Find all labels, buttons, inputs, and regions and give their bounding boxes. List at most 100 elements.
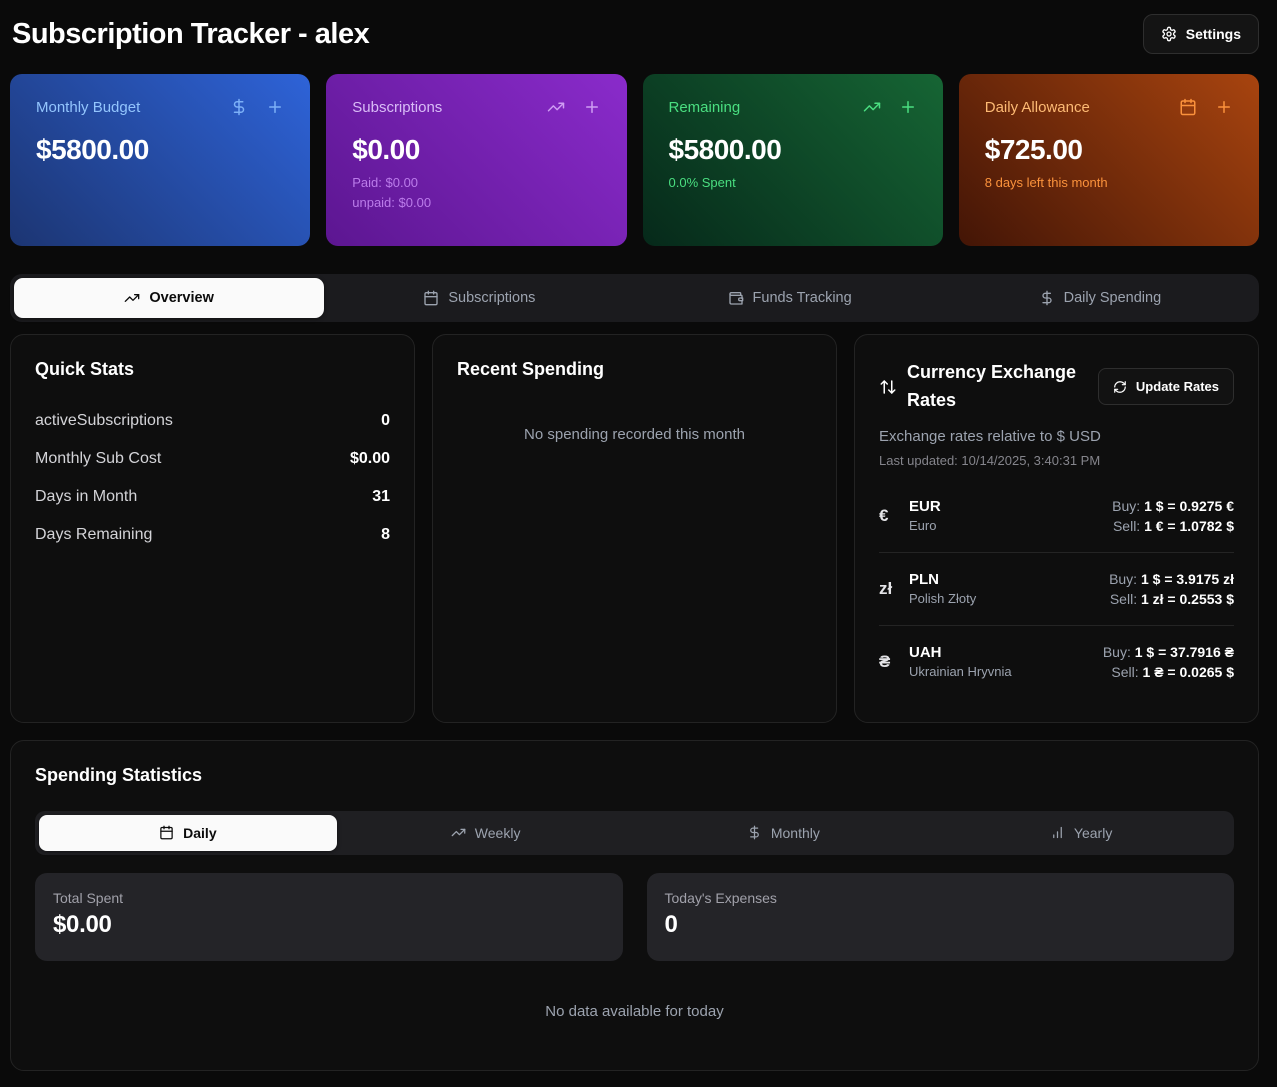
stat-value: 0 bbox=[665, 911, 1217, 939]
empty-message: No spending recorded this month bbox=[457, 426, 812, 443]
tab-label: Funds Tracking bbox=[753, 290, 852, 306]
card-value: $0.00 bbox=[352, 134, 600, 166]
subtab-monthly[interactable]: Monthly bbox=[635, 815, 933, 851]
settings-button[interactable]: Settings bbox=[1143, 14, 1259, 54]
spending-stat-cards: Total Spent $0.00 Today's Expenses 0 bbox=[35, 873, 1234, 961]
tab-subscriptions[interactable]: Subscriptions bbox=[324, 278, 634, 318]
stat-row: activeSubscriptions 0 bbox=[35, 412, 390, 430]
stat-value: 0 bbox=[381, 412, 390, 430]
buy-rate: Buy: 1 $ = 37.7916 ₴ bbox=[1103, 642, 1234, 662]
card-label: Remaining bbox=[669, 99, 741, 116]
subtab-label: Weekly bbox=[475, 825, 521, 841]
stat-label: Today's Expenses bbox=[665, 890, 1217, 906]
gear-icon bbox=[1161, 26, 1177, 42]
stat-value: 8 bbox=[381, 526, 390, 544]
panel-title: Spending Statistics bbox=[35, 765, 1234, 786]
tab-funds-tracking[interactable]: Funds Tracking bbox=[635, 278, 945, 318]
wallet-icon bbox=[728, 290, 744, 306]
currency-row-eur: € EUR Euro Buy: 1 $ = 0.9275 € Sell: 1 €… bbox=[879, 480, 1234, 553]
currency-code: EUR bbox=[909, 498, 941, 515]
currency-symbol: zł bbox=[879, 579, 899, 599]
currency-name: Euro bbox=[909, 518, 941, 533]
card-label: Monthly Budget bbox=[36, 99, 140, 116]
last-updated: Last updated: 10/14/2025, 3:40:31 PM bbox=[879, 453, 1234, 468]
sell-rate: Sell: 1 € = 1.0782 $ bbox=[1112, 516, 1234, 536]
subtab-label: Monthly bbox=[771, 825, 820, 841]
card-label: Subscriptions bbox=[352, 99, 442, 116]
stat-label: Days in Month bbox=[35, 488, 137, 506]
panel-title: Currency Exchange Rates bbox=[907, 359, 1087, 415]
summary-cards: Monthly Budget $5800.00 Subscriptions $0… bbox=[10, 74, 1259, 246]
plus-icon[interactable] bbox=[1215, 98, 1233, 116]
update-rates-label: Update Rates bbox=[1136, 379, 1219, 394]
currency-code: UAH bbox=[909, 644, 1012, 661]
buy-rate: Buy: 1 $ = 3.9175 zł bbox=[1109, 569, 1234, 589]
currency-row-uah: ₴ UAH Ukrainian Hryvnia Buy: 1 $ = 37.79… bbox=[879, 626, 1234, 698]
tab-overview[interactable]: Overview bbox=[14, 278, 324, 318]
recent-spending-panel: Recent Spending No spending recorded thi… bbox=[432, 334, 837, 723]
remaining-card: Remaining $5800.00 0.0% Spent bbox=[643, 74, 943, 246]
days-left-subtext: 8 days left this month bbox=[985, 173, 1233, 193]
page: Subscription Tracker - alex Settings Mon… bbox=[0, 0, 1277, 1087]
tab-label: Overview bbox=[149, 290, 214, 306]
quick-stats-panel: Quick Stats activeSubscriptions 0 Monthl… bbox=[10, 334, 415, 723]
calendar-icon bbox=[423, 290, 439, 306]
dollar-icon bbox=[1039, 290, 1055, 306]
subscriptions-card: Subscriptions $0.00 Paid: $0.00 unpaid: … bbox=[326, 74, 626, 246]
subtab-yearly[interactable]: Yearly bbox=[932, 815, 1230, 851]
plus-icon[interactable] bbox=[583, 98, 601, 116]
trending-up-icon[interactable] bbox=[863, 98, 881, 116]
card-value: $725.00 bbox=[985, 134, 1233, 166]
currency-symbol: ₴ bbox=[879, 652, 899, 672]
trending-up-icon[interactable] bbox=[547, 98, 565, 116]
currency-exchange-panel: Currency Exchange Rates Update Rates Exc… bbox=[854, 334, 1259, 723]
currency-name: Ukrainian Hryvnia bbox=[909, 664, 1012, 679]
todays-expenses-card: Today's Expenses 0 bbox=[647, 873, 1235, 961]
plus-icon[interactable] bbox=[266, 98, 284, 116]
panel-title: Recent Spending bbox=[457, 359, 812, 380]
overview-panels: Quick Stats activeSubscriptions 0 Monthl… bbox=[10, 334, 1259, 723]
currency-symbol: € bbox=[879, 506, 899, 526]
dollar-icon bbox=[747, 825, 762, 840]
calendar-icon[interactable] bbox=[1179, 98, 1197, 116]
main-tabbar: Overview Subscriptions Funds Tracking Da… bbox=[10, 274, 1259, 322]
daily-allowance-card: Daily Allowance $725.00 8 days left this… bbox=[959, 74, 1259, 246]
percent-spent-subtext: 0.0% Spent bbox=[669, 173, 917, 193]
currency-code: PLN bbox=[909, 571, 976, 588]
spending-period-tabbar: Daily Weekly Monthly Yearly bbox=[35, 811, 1234, 855]
subtab-daily[interactable]: Daily bbox=[39, 815, 337, 851]
stat-row: Monthly Sub Cost $0.00 bbox=[35, 450, 390, 468]
stat-row: Days in Month 31 bbox=[35, 488, 390, 506]
app-header: Subscription Tracker - alex Settings bbox=[10, 10, 1259, 74]
subtab-weekly[interactable]: Weekly bbox=[337, 815, 635, 851]
trending-up-icon bbox=[124, 290, 140, 306]
settings-label: Settings bbox=[1186, 26, 1241, 42]
stat-label: Monthly Sub Cost bbox=[35, 450, 161, 468]
tab-daily-spending[interactable]: Daily Spending bbox=[945, 278, 1255, 318]
stat-value: $0.00 bbox=[350, 450, 390, 468]
monthly-budget-card: Monthly Budget $5800.00 bbox=[10, 74, 310, 246]
arrow-up-down-icon bbox=[879, 378, 897, 396]
subtab-label: Yearly bbox=[1074, 825, 1112, 841]
rates-subtitle: Exchange rates relative to $ USD bbox=[879, 428, 1234, 445]
stat-row: Days Remaining 8 bbox=[35, 526, 390, 544]
stat-value: 31 bbox=[372, 488, 390, 506]
refresh-icon bbox=[1113, 380, 1127, 394]
dollar-icon[interactable] bbox=[230, 98, 248, 116]
sell-rate: Sell: 1 zł = 0.2553 $ bbox=[1109, 589, 1234, 609]
unpaid-subtext: unpaid: $0.00 bbox=[352, 193, 600, 213]
currency-row-pln: zł PLN Polish Złoty Buy: 1 $ = 3.9175 zł… bbox=[879, 553, 1234, 626]
stat-label: Days Remaining bbox=[35, 526, 152, 544]
bar-chart-icon bbox=[1050, 825, 1065, 840]
total-spent-card: Total Spent $0.00 bbox=[35, 873, 623, 961]
subtab-label: Daily bbox=[183, 825, 216, 841]
stat-label: activeSubscriptions bbox=[35, 412, 173, 430]
paid-subtext: Paid: $0.00 bbox=[352, 173, 600, 193]
trending-up-icon bbox=[451, 825, 466, 840]
empty-message: No data available for today bbox=[35, 1003, 1234, 1020]
card-label: Daily Allowance bbox=[985, 99, 1090, 116]
spending-statistics-panel: Spending Statistics Daily Weekly Monthly… bbox=[10, 740, 1259, 1071]
update-rates-button[interactable]: Update Rates bbox=[1098, 368, 1234, 405]
plus-icon[interactable] bbox=[899, 98, 917, 116]
tab-label: Daily Spending bbox=[1064, 290, 1162, 306]
